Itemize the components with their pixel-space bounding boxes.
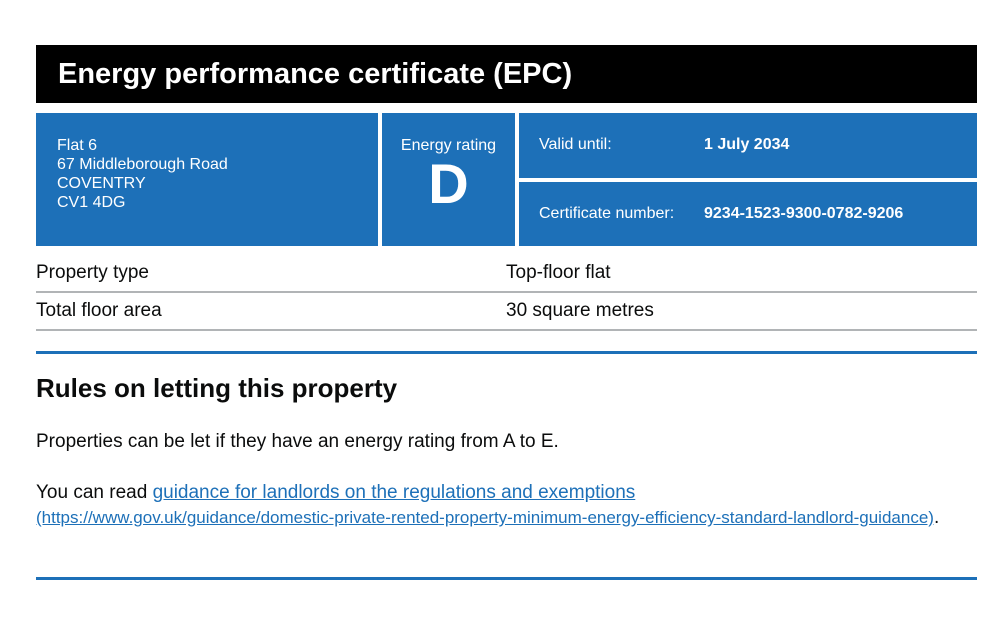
property-type-label: Property type: [36, 262, 149, 283]
section-divider: [36, 351, 977, 354]
section-divider-bottom: [36, 577, 977, 580]
property-type-row: Property type Top-floor flat: [36, 255, 977, 293]
floor-area-row: Total floor area 30 square metres: [36, 293, 977, 331]
letting-rules-heading: Rules on letting this property: [36, 373, 398, 403]
valid-until-label: Valid until:: [539, 136, 612, 154]
address-line: CV1 4DG: [57, 194, 126, 211]
guidance-prefix: You can read: [36, 482, 153, 503]
property-summary-list: Property type Top-floor flat Total floor…: [36, 255, 977, 331]
certificate-number-value: 9234-1523-9300-0782-9206: [704, 204, 904, 222]
letting-rules-paragraph: Properties can be let if they have an en…: [36, 431, 559, 452]
guidance-paragraph: You can read guidance for landlords on t…: [36, 480, 977, 530]
certificate-summary: Flat 6 67 Middleborough Road COVENTRY CV…: [36, 113, 977, 246]
floor-area-value: 30 square metres: [506, 300, 654, 321]
floor-area-label: Total floor area: [36, 300, 162, 321]
landlord-guidance-link-text: guidance for landlords on the regulation…: [152, 482, 636, 503]
page-title: Energy performance certificate (EPC): [58, 57, 573, 90]
energy-rating-box: Energy rating D: [382, 113, 515, 246]
property-address: Flat 6 67 Middleborough Road COVENTRY CV…: [36, 113, 378, 246]
certificate-number-label: Certificate number:: [539, 204, 675, 222]
certificate-details: Valid until: 1 July 2034 Certificate num…: [519, 113, 977, 246]
certificate-number-row: Certificate number: 9234-1523-9300-0782-…: [519, 181, 977, 246]
landlord-guidance-link-url: (https://www.gov.uk/guidance/domestic-pr…: [36, 508, 934, 527]
address-line: COVENTRY: [57, 175, 146, 192]
valid-until-value: 1 July 2034: [704, 136, 790, 154]
property-type-value: Top-floor flat: [506, 262, 611, 283]
address-line: 67 Middleborough Road: [57, 156, 228, 173]
energy-rating-letter: D: [428, 152, 469, 215]
address-line: Flat 6: [57, 137, 98, 154]
epc-page: Energy performance certificate (EPC) Fla…: [36, 45, 977, 580]
guidance-suffix: .: [933, 507, 940, 528]
valid-until-row: Valid until: 1 July 2034: [519, 113, 977, 178]
landlord-guidance-link[interactable]: guidance for landlords on the regulation…: [36, 482, 934, 528]
page-title-bar: Energy performance certificate (EPC): [36, 45, 977, 103]
